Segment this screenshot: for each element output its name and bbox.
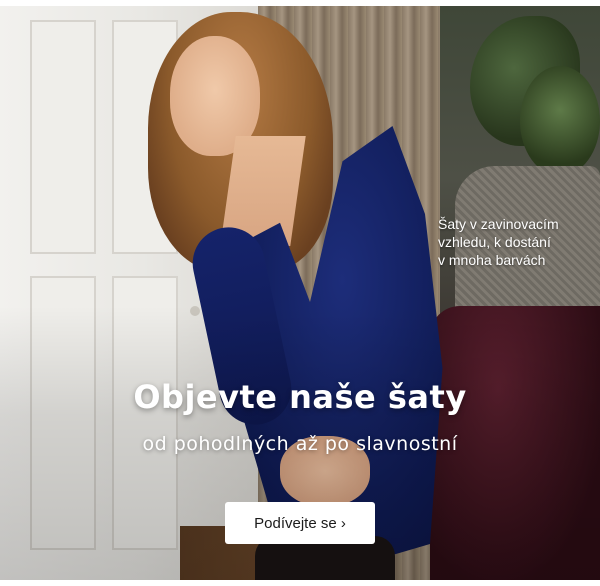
caption-line: v mnoha barvách (438, 252, 546, 268)
door-panel (30, 20, 96, 254)
shop-now-button[interactable]: Podívejte se › (225, 502, 375, 544)
product-caption: Šaty v zavinovacím vzhledu, k dostání v … (438, 215, 588, 269)
banner-subline: od pohodlných až po slavnostní (142, 433, 458, 455)
caption-line: vzhledu, k dostání (438, 234, 551, 250)
hero-banner[interactable]: Šaty v zavinovacím vzhledu, k dostání v … (0, 6, 600, 580)
caption-line: Šaty v zavinovacím (438, 216, 559, 232)
banner-headline: Objevte naše šaty (133, 378, 467, 416)
background-plant (520, 66, 600, 176)
